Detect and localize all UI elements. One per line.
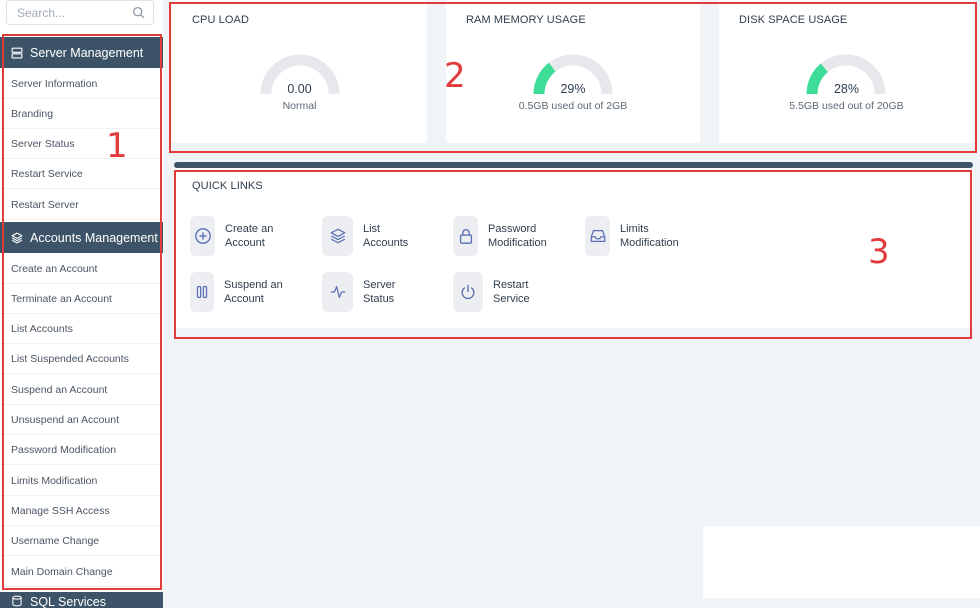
quick-link-label: Account [225, 237, 265, 249]
sidebar-item-username-change[interactable]: Username Change [0, 526, 163, 556]
sidebar: Server Management Server Information Bra… [0, 0, 163, 608]
sidebar-item-label: Unsuspend an Account [11, 413, 119, 426]
sidebar-item-server-status[interactable]: Server Status [0, 129, 163, 159]
pause-icon [196, 285, 208, 299]
layers-icon [11, 232, 23, 243]
quick-link-label: Server [363, 279, 396, 291]
section-label: Accounts Management [30, 230, 158, 245]
sidebar-item-list-suspended-accounts[interactable]: List Suspended Accounts [0, 344, 163, 374]
disk-detail: 5.5GB used out of 20GB [789, 100, 904, 112]
search-icon[interactable] [132, 6, 145, 19]
quick-link-label: Status [363, 293, 395, 305]
quick-link-label: List [363, 223, 381, 235]
search-input[interactable] [7, 1, 127, 24]
layers-icon [330, 228, 345, 244]
quick-link-create-account[interactable]: Create an Account [190, 216, 305, 256]
sidebar-item-restart-server[interactable]: Restart Server [0, 190, 163, 220]
database-icon [12, 595, 22, 607]
sidebar-item-label: Server Status [11, 137, 75, 150]
section-server-management[interactable]: Server Management [0, 37, 163, 68]
quick-link-list-accounts[interactable]: List Accounts [322, 216, 443, 256]
sidebar-item-label: List Suspended Accounts [11, 352, 129, 365]
server-icon [11, 47, 23, 58]
sidebar-item-restart-service[interactable]: Restart Service [0, 159, 163, 189]
card-title: QUICK LINKS [192, 180, 263, 192]
section-label: SQL Services [30, 595, 106, 608]
sidebar-item-label: Create an Account [11, 262, 98, 275]
sidebar-item-create-account[interactable]: Create an Account [0, 254, 163, 284]
search-box[interactable] [6, 0, 154, 25]
quick-link-suspend-account[interactable]: Suspend an Account [190, 272, 304, 312]
quick-link-limits-modification[interactable]: Limits Modification [585, 216, 700, 256]
sidebar-item-server-information[interactable]: Server Information [0, 69, 163, 99]
annotation-number-3: 3 [868, 232, 890, 272]
quick-link-label: Restart [493, 279, 529, 291]
sidebar-item-label: Server Information [11, 77, 98, 90]
sidebar-item-suspend-account[interactable]: Suspend an Account [0, 375, 163, 405]
quick-link-label: Accounts [363, 237, 409, 249]
sidebar-item-limits-modification[interactable]: Limits Modification [0, 466, 163, 496]
quick-link-label: Suspend an [224, 279, 283, 291]
annotation-number-1: 1 [106, 126, 128, 166]
quick-link-server-status[interactable]: Server Status [322, 272, 443, 312]
sidebar-item-label: Main Domain Change [11, 565, 113, 578]
sidebar-item-label: Manage SSH Access [11, 504, 110, 517]
sidebar-item-label: Restart Service [11, 167, 83, 180]
card-title: CPU LOAD [192, 14, 250, 26]
plus-circle-icon [194, 228, 211, 244]
quick-link-label: Account [224, 293, 264, 305]
power-icon [461, 284, 475, 300]
section-sql-services[interactable]: SQL Services [0, 592, 163, 608]
ram-detail: 0.5GB used out of 2GB [518, 100, 628, 112]
ram-usage-card: RAM MEMORY USAGE 29% 0.5GB used out of 2… [446, 0, 700, 143]
sidebar-item-password-modification[interactable]: Password Modification [0, 435, 163, 465]
sidebar-item-label: Username Change [11, 534, 100, 547]
sidebar-item-manage-ssh-access[interactable]: Manage SSH Access [0, 496, 163, 526]
quick-link-label: Password [488, 223, 537, 235]
sidebar-item-branding[interactable]: Branding [0, 99, 163, 129]
quick-links-card: QUICK LINKS Create an Account List Account… [174, 168, 973, 328]
blank-panel [703, 526, 980, 598]
quick-link-label: Service [493, 293, 530, 305]
quick-link-label: Modification [620, 237, 679, 249]
quick-link-label: Limits [620, 223, 649, 235]
sidebar-item-unsuspend-account[interactable]: Unsuspend an Account [0, 405, 163, 435]
sidebar-item-label: Branding [11, 107, 54, 120]
sidebar-item-label: Restart Server [11, 198, 79, 211]
disk-usage-card: DISK SPACE USAGE 28% 5.5GB used out of 2… [719, 0, 974, 143]
card-title: DISK SPACE USAGE [739, 14, 848, 26]
disk-value: 28% [833, 82, 860, 96]
quick-link-password-modification[interactable]: Password Modification [453, 216, 568, 256]
annotation-number-2: 2 [444, 56, 466, 96]
sidebar-item-label: Password Modification [11, 443, 117, 456]
cpu-status: Normal [282, 100, 317, 112]
ram-value: 29% [560, 82, 586, 96]
sidebar-item-label: Terminate an Account [11, 292, 112, 305]
sidebar-item-label: Limits Modification [11, 474, 98, 487]
section-label: Server Management [30, 45, 144, 60]
cpu-value: 0.00 [287, 82, 312, 96]
sidebar-item-main-domain-change[interactable]: Main Domain Change [0, 557, 163, 587]
quick-link-label: Create an [225, 223, 274, 235]
sidebar-item-terminate-account[interactable]: Terminate an Account [0, 284, 163, 314]
quick-link-label: Modification [488, 237, 547, 249]
sidebar-item-label: Suspend an Account [11, 383, 108, 396]
card-title: RAM MEMORY USAGE [466, 14, 586, 26]
cpu-load-card: CPU LOAD 0.00 Normal [172, 0, 427, 143]
sidebar-item-label: List Accounts [11, 322, 73, 335]
quick-link-restart-service[interactable]: Restart Service [453, 272, 573, 312]
lock-icon [459, 229, 472, 244]
sidebar-item-list-accounts[interactable]: List Accounts [0, 314, 163, 344]
inbox-icon [590, 229, 605, 243]
section-accounts-management[interactable]: Accounts Management [0, 222, 163, 253]
activity-icon [330, 285, 345, 299]
